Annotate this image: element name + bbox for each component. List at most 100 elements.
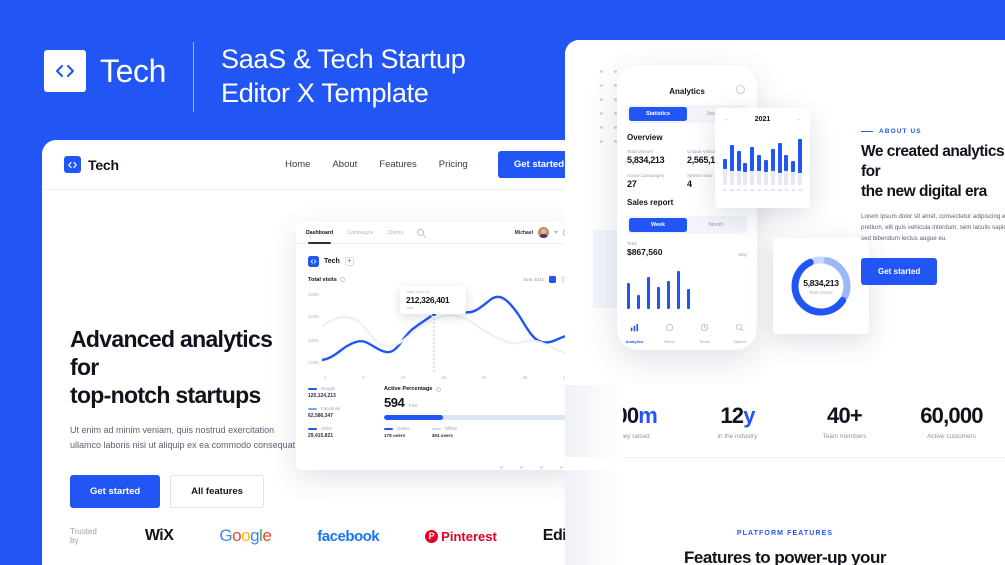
source-legend: Google 120,124,213 Facebook 62,586,347 O… xyxy=(308,386,370,446)
dash-tab-campaigns[interactable]: Campaigns xyxy=(347,230,373,236)
next-arrow-icon[interactable]: → xyxy=(795,116,802,123)
online-label: Online xyxy=(397,426,410,431)
phone-bottom-nav: Analytics Filters Times Search xyxy=(617,319,757,344)
bar-column xyxy=(784,131,789,185)
stat-value: 5,834,213 xyxy=(627,155,665,165)
phone-sales-bars xyxy=(627,263,747,309)
calendar-year: 2021 xyxy=(754,116,771,123)
features-heading: Features to power-up your user analytics xyxy=(565,546,1005,565)
phone-nav-analytics[interactable]: Analytics xyxy=(617,319,652,344)
phone-nav-filters[interactable]: Filters xyxy=(652,319,687,344)
bar-column xyxy=(736,131,741,185)
stat-caption: Active customers xyxy=(927,432,976,440)
active-percentage-panel: Active Percentage 594 Total Online 179 u… xyxy=(384,386,568,446)
phone-range-month[interactable]: Month xyxy=(687,218,745,232)
legend-value: 120,124,213 xyxy=(308,393,336,399)
about-heading: We created analytics for the new digital… xyxy=(861,142,1005,202)
legend-value: 29,415,821 xyxy=(308,433,334,439)
dash-tab-dashboard[interactable]: Dashboard xyxy=(306,230,333,244)
dashboard-user-menu[interactable]: Michael xyxy=(515,227,570,238)
stat-caption: in the industry xyxy=(717,432,758,440)
phone-tab-statistics[interactable]: Statistics xyxy=(629,107,687,121)
phone-nav-label: Search xyxy=(733,339,746,344)
phone-nav-search[interactable]: Search xyxy=(722,319,757,344)
year-bar-chart-popup: ← 2021 → 01 02 03 04 05 06 07 08 09 10 1… xyxy=(715,108,810,208)
site-brand-label: Tech xyxy=(88,156,119,173)
about-get-started-button[interactable]: Get started xyxy=(861,258,938,285)
dashboard-body: Tech + Total visits June 2021 240M 220M … xyxy=(296,244,580,380)
site-navbar: Tech Home About Features Pricing Get sta… xyxy=(42,140,602,190)
prev-arrow-icon[interactable]: ← xyxy=(723,116,730,123)
month-label: 12 xyxy=(798,188,802,192)
bar-column xyxy=(729,131,734,185)
phone-range-week[interactable]: Week xyxy=(629,218,687,232)
banner-title: SaaS & Tech Startup Editor X Template xyxy=(221,42,466,110)
calendar-icon[interactable] xyxy=(549,276,556,283)
phone-nav-times[interactable]: Times xyxy=(687,319,722,344)
legend-swatch xyxy=(431,427,441,430)
phone-range-tabs: Week Month xyxy=(627,216,747,234)
features-fade xyxy=(565,470,623,565)
about-eyebrow-label: ABOUT US xyxy=(879,128,922,135)
calendar-month-labels: 01 02 03 04 05 06 07 08 09 10 11 12 xyxy=(723,188,802,192)
dashboard-topbar: Dashboard Campaigns Clients Michael xyxy=(296,222,580,244)
legend-value: 62,586,347 xyxy=(308,413,334,419)
legend-name: Other xyxy=(321,426,332,431)
bar-column xyxy=(750,131,755,185)
site-nav-links: Home About Features Pricing Get started xyxy=(285,151,580,178)
hero-all-features-button[interactable]: All features xyxy=(170,475,264,508)
stats-strip: 200m Money raised 12y in the industry 40… xyxy=(565,385,1005,470)
stat-suffix: y xyxy=(743,402,755,428)
gear-icon[interactable] xyxy=(736,85,745,94)
legend-swatch xyxy=(308,407,317,410)
hero-heading-line1: Advanced analytics for xyxy=(70,326,273,380)
legend-item: Google 120,124,213 xyxy=(308,386,370,399)
search-icon[interactable] xyxy=(417,229,425,236)
stats-fade xyxy=(565,385,623,457)
active-percentage-number: 594 xyxy=(384,395,405,410)
x-tick-0: 1 xyxy=(324,375,327,380)
phone-notch xyxy=(659,65,715,77)
page-preview-panel: Analytics Statistics Journey Overview To… xyxy=(565,40,1005,565)
x-tick-4: 20 xyxy=(481,375,487,380)
month-label: 11 xyxy=(791,188,795,192)
divider xyxy=(623,457,1005,458)
phone-nav-label: Analytics xyxy=(625,339,644,344)
month-label: 01 xyxy=(723,188,727,192)
nav-link-home[interactable]: Home xyxy=(285,159,310,170)
month-label: 10 xyxy=(784,188,789,192)
about-heading-line2: the new digital era xyxy=(861,183,987,200)
site-brand[interactable]: Tech xyxy=(64,156,119,173)
month-label: 07 xyxy=(764,188,768,192)
tooltip-sub: June xyxy=(406,306,414,310)
banner-divider xyxy=(193,42,194,112)
hero-get-started-button[interactable]: Get started xyxy=(70,475,161,508)
legend-item: Offline 394 users xyxy=(431,426,457,438)
dashboard-brand: Tech + xyxy=(308,256,568,267)
pinterest-icon: P xyxy=(425,529,439,543)
donut-chart-popup: 5,834,213 Total Visitors xyxy=(773,238,869,334)
stat-team-members: 40+ Team members xyxy=(791,403,898,440)
legend-item: Facebook 62,586,347 xyxy=(308,406,370,419)
active-percentage-title: Active Percentage xyxy=(384,386,433,392)
code-brackets-icon xyxy=(64,156,81,173)
phone-total-label: Total xyxy=(627,241,637,246)
code-brackets-icon xyxy=(308,256,319,267)
dash-tab-clients[interactable]: Clients xyxy=(387,230,403,236)
chevron-down-icon[interactable] xyxy=(554,231,558,234)
y-tick-0: 240M xyxy=(308,292,319,297)
bar-column xyxy=(777,131,782,185)
nav-link-pricing[interactable]: Pricing xyxy=(439,159,468,170)
hero-heading: Advanced analytics for top-notch startup… xyxy=(70,325,300,409)
donut-center-label: 5,834,213 Total Visitors xyxy=(803,278,839,295)
total-visits-label: Total visits xyxy=(308,276,337,283)
online-offline-legend: Online 179 users Offline 394 users xyxy=(384,426,568,438)
donut-caption: Total Visitors xyxy=(809,289,833,295)
nav-link-features[interactable]: Features xyxy=(379,159,417,170)
legend-swatch xyxy=(384,427,393,430)
logo-pinterest: P Pinterest xyxy=(425,529,497,544)
chart-date-label: June 2021 xyxy=(522,277,544,282)
nav-link-about[interactable]: About xyxy=(332,159,357,170)
info-icon xyxy=(339,277,345,282)
add-button[interactable]: + xyxy=(344,257,354,266)
